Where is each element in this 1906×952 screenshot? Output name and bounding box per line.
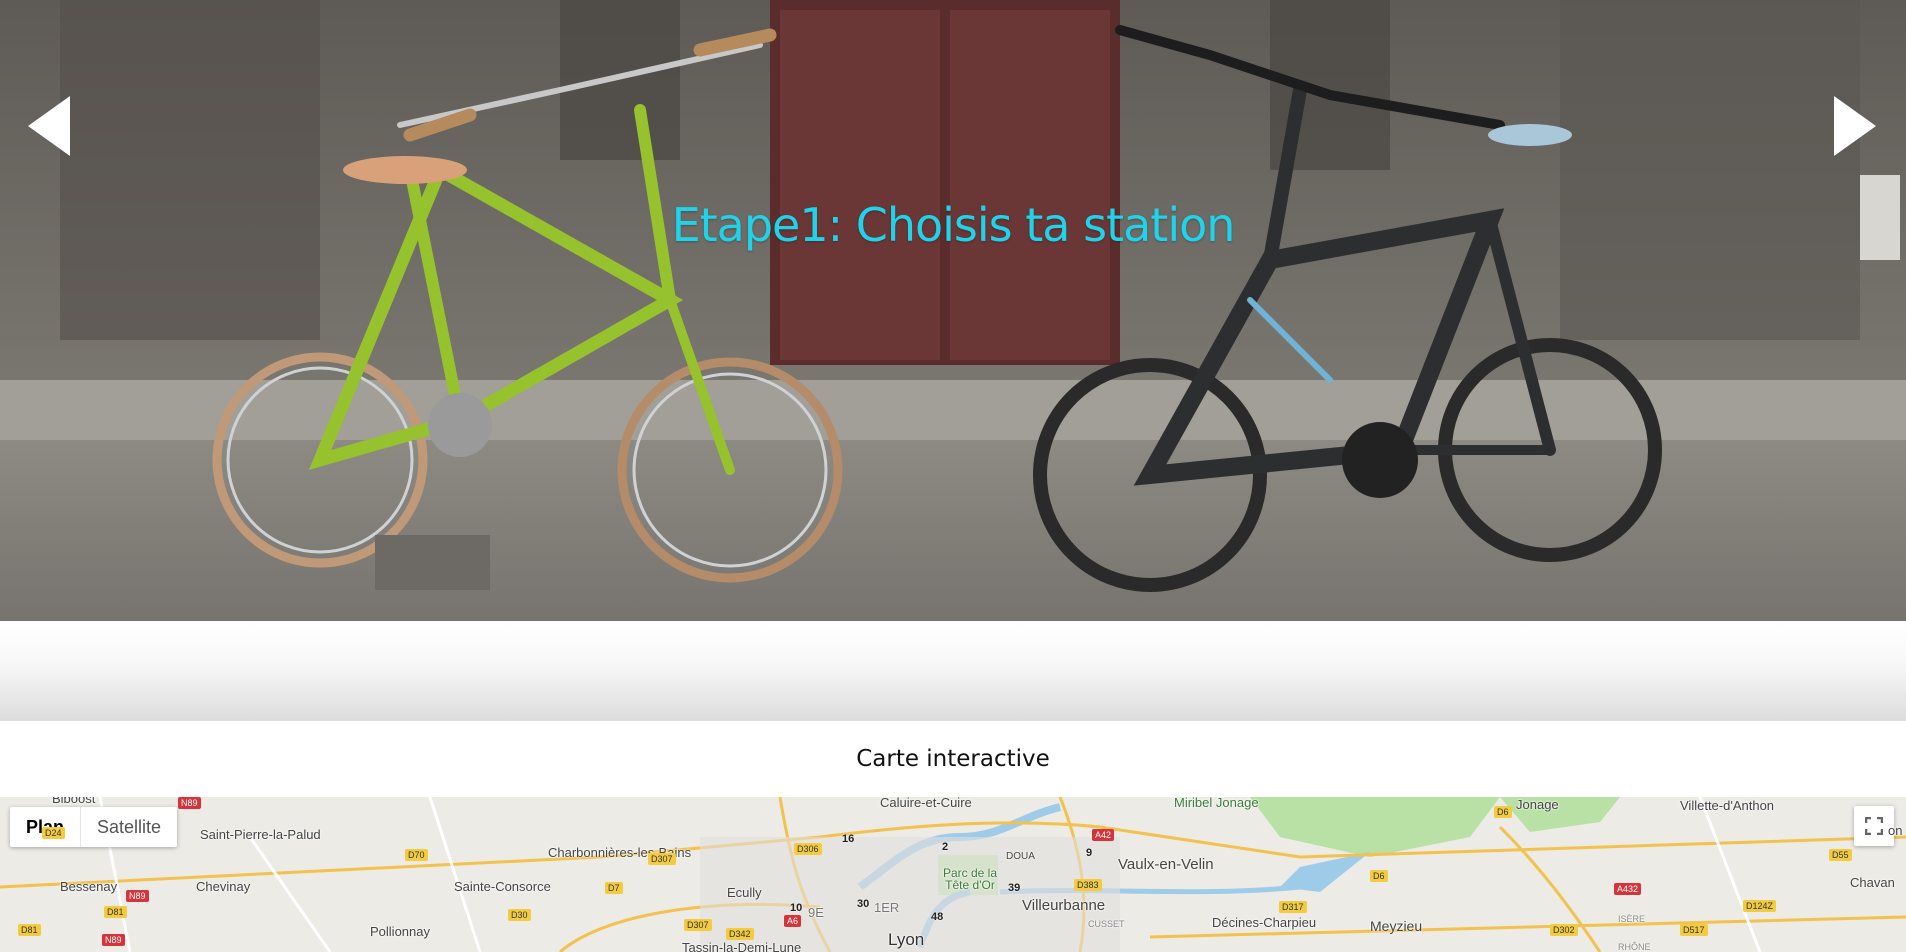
map-label: Villeurbanne (1022, 897, 1106, 914)
station-marker[interactable]: 39 (1008, 882, 1020, 894)
triangle-left-icon (28, 96, 70, 156)
map-label: 9E (808, 905, 824, 920)
road-shield: D55 (1829, 849, 1852, 861)
map-type-control: Plan Satellite (10, 807, 178, 847)
map-label: Chavan (1850, 875, 1895, 890)
fullscreen-icon (1865, 817, 1883, 835)
map-label: Miribel Jonage (1174, 797, 1259, 810)
road-shield: A42 (1092, 829, 1115, 841)
slide-title: Etape1: Choisis ta station (671, 198, 1236, 252)
station-marker[interactable]: 48 (931, 911, 943, 923)
divider-gradient (0, 621, 1906, 721)
road-shield: D317 (1279, 901, 1307, 913)
map-label: Saint-Pierre-la-Palud (200, 827, 321, 842)
map-type-satellite-button[interactable]: Satellite (81, 807, 177, 847)
map-label: Tassin-la-Demi-Lune (682, 940, 802, 952)
road-shield: D342 (726, 928, 754, 940)
road-shield: D6 (1494, 806, 1512, 818)
road-shield: A432 (1614, 883, 1642, 895)
road-shield: D24 (42, 827, 65, 839)
road-shield: D81 (18, 924, 41, 936)
map-label: Vaulx-en-Velin (1118, 856, 1214, 873)
road-shield: D307 (684, 919, 712, 931)
station-marker[interactable]: 9 (1086, 847, 1092, 859)
hero-slider: Etape1: Choisis ta station (0, 0, 1906, 621)
map-label: ISÈRE (1618, 914, 1646, 924)
road-shield: N89 (102, 934, 125, 946)
station-marker[interactable]: 30 (857, 898, 869, 910)
map-label: Chevinay (196, 879, 251, 894)
map-label: 1ER (874, 900, 900, 915)
road-shield: D7 (605, 882, 623, 894)
hero-bikes-image (0, 0, 1906, 621)
map-label: Jonage (1516, 797, 1559, 812)
map-label: Sainte-Consorce (454, 879, 551, 894)
map-label: Décines-Charpieu (1212, 915, 1317, 930)
station-marker[interactable]: 2 (942, 841, 948, 853)
road-shield: N89 (178, 797, 201, 809)
road-shield: D70 (405, 849, 428, 861)
road-shield: D30 (508, 909, 531, 921)
map-label: on (1888, 823, 1903, 838)
road-shield: N89 (126, 890, 149, 902)
road-shield: D517 (1680, 924, 1708, 936)
road-shield: D306 (794, 843, 822, 855)
road-shield: D383 (1074, 879, 1102, 891)
interactive-map[interactable]: Plan Satellite Biboost Caluire-et-Cuire … (0, 797, 1906, 952)
station-marker[interactable]: 10 (790, 902, 802, 914)
map-label: Pollionnay (370, 924, 430, 939)
map-label: Villette-d'Anthon (1680, 798, 1775, 813)
map-label: Caluire-et-Cuire (880, 797, 972, 810)
road-shield: D302 (1550, 924, 1578, 936)
slider-next-button[interactable] (1834, 96, 1876, 156)
road-shield: D124Z (1743, 900, 1777, 912)
map-label: DOUA (1006, 851, 1035, 862)
map-label-park: Parc de la Tête d'Or (942, 866, 998, 892)
map-label: CUSSET (1088, 919, 1125, 929)
road-shield: D81 (104, 906, 127, 918)
road-shield: A6 (784, 915, 802, 927)
station-marker[interactable]: 16 (842, 833, 854, 845)
map-label: Ecully (727, 885, 762, 900)
map-label: Bessenay (60, 879, 118, 894)
triangle-right-icon (1834, 96, 1876, 156)
map-label-lyon: Lyon (888, 930, 925, 949)
map-label: RHÔNE (1618, 942, 1651, 952)
map-label: Biboost (52, 797, 96, 806)
map-label: Meyzieu (1370, 918, 1423, 934)
road-shield: D307 (648, 853, 676, 865)
slider-prev-button[interactable] (28, 96, 70, 156)
road-shield: D6 (1370, 870, 1388, 882)
section-title: Carte interactive (856, 746, 1050, 772)
